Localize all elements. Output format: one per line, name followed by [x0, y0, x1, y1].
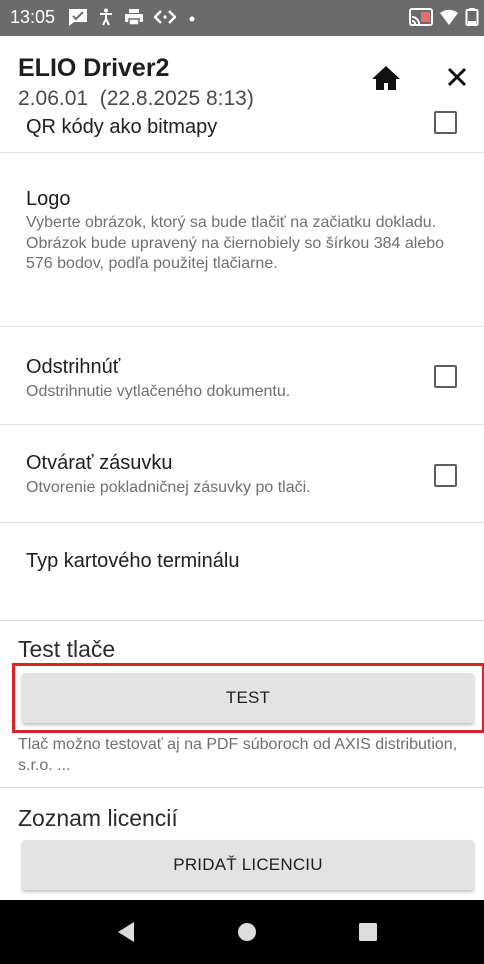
back-icon[interactable] [116, 921, 136, 943]
cast-icon [409, 8, 433, 26]
settings-list[interactable]: QR kódy ako bitmapy Logo Vyberte obrázok… [0, 108, 484, 900]
app-title: ELIO Driver2 [18, 54, 170, 82]
pref-qr-bitmaps-checkbox[interactable] [434, 111, 457, 134]
status-bar: 13:05 [0, 0, 484, 36]
divider [0, 620, 484, 621]
divider [0, 787, 484, 788]
close-icon[interactable] [438, 58, 476, 96]
pref-logo-title: Logo [26, 188, 71, 210]
navigation-bar [0, 900, 484, 964]
status-time: 13:05 [10, 7, 56, 27]
pref-logo-summary: Vyberte obrázok, ktorý sa bude tlačiť na… [26, 214, 445, 272]
pref-qr-bitmaps[interactable]: QR kódy ako bitmapy [0, 108, 484, 152]
pref-logo[interactable]: Logo Vyberte obrázok, ktorý sa bude tlač… [0, 152, 484, 326]
battery-icon [465, 8, 479, 26]
recents-icon[interactable] [358, 922, 378, 942]
pref-card-terminal-type-title: Typ kartového terminálu [26, 550, 240, 572]
home-circle-icon[interactable] [237, 922, 257, 942]
dot-icon [189, 16, 195, 22]
licenses-section-title: Zoznam licencií [18, 805, 178, 831]
pref-qr-bitmaps-title: QR kódy ako bitmapy [26, 116, 218, 138]
add-license-button[interactable]: PRIDAŤ LICENCIU [22, 840, 474, 890]
test-print-note: Tlač možno testovať aj na PDF súboroch o… [18, 736, 458, 774]
printer-icon [125, 9, 143, 26]
pref-cut[interactable]: Odstrihnúť Odstrihnutie vytlačeného doku… [0, 326, 484, 424]
test-button[interactable]: TEST [22, 673, 474, 723]
test-print-section-title: Test tlače [18, 636, 116, 662]
home-icon[interactable] [367, 59, 405, 97]
pref-open-drawer-checkbox[interactable] [434, 464, 457, 487]
pref-card-terminal-type[interactable]: Typ kartového terminálu [0, 522, 484, 620]
pref-open-drawer[interactable]: Otvárať zásuvku Otvorenie pokladničnej z… [0, 424, 484, 522]
wifi-icon [440, 9, 458, 25]
app-bar: ELIO Driver2 2.06.01 (22.8.2025 8:13) [0, 36, 484, 116]
code-icon [154, 10, 176, 24]
pref-cut-summary: Odstrihnutie vytlačeného dokumentu. [26, 383, 291, 400]
pref-open-drawer-title: Otvárať zásuvku [26, 452, 173, 474]
message-notification-icon [69, 9, 87, 26]
pref-cut-checkbox[interactable] [434, 365, 457, 388]
pref-open-drawer-summary: Otvorenie pokladničnej zásuvky po tlači. [26, 479, 311, 496]
accessibility-icon [100, 8, 112, 26]
pref-cut-title: Odstrihnúť [26, 356, 121, 378]
